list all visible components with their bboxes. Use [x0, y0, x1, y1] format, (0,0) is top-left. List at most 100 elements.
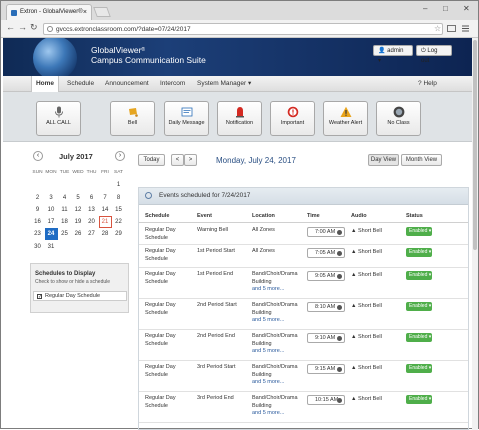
calendar-day[interactable]: 24 — [44, 228, 58, 241]
menu-icon[interactable] — [461, 24, 470, 33]
menu-help[interactable]: ? Help — [418, 76, 437, 92]
schedule-checkbox[interactable]: ✓ — [37, 294, 42, 300]
collapse-icon[interactable] — [145, 192, 152, 199]
next-day-button[interactable]: > — [184, 154, 197, 166]
bookmark-star-icon[interactable]: ☆ — [434, 24, 441, 33]
event-time-input[interactable]: 8:10 AM — [307, 302, 345, 312]
calendar-day[interactable]: 16 — [31, 216, 44, 228]
event-status-dropdown[interactable]: Enabled ▾ — [406, 271, 432, 280]
prev-day-button[interactable]: < — [171, 154, 184, 166]
cast-icon[interactable] — [447, 24, 456, 33]
menu-intercom[interactable]: Intercom — [160, 76, 185, 92]
menu-home[interactable]: Home — [31, 76, 59, 92]
event-row[interactable]: Regular Day Schedule 2nd Period End Band/C… — [139, 330, 468, 361]
page-scrollbar[interactable] — [472, 38, 478, 430]
daily-message-button[interactable]: Daily Message — [164, 101, 209, 136]
clock-icon[interactable] — [337, 367, 342, 372]
event-row[interactable]: Regular Day Schedule 3rd Period End Band/C… — [139, 392, 468, 423]
schedule-item[interactable]: ✓ Regular Day Schedule — [33, 291, 127, 301]
calendar-day[interactable]: 2 — [31, 192, 44, 204]
notification-button[interactable]: Notification — [217, 101, 262, 136]
calendar-day[interactable]: 29 — [112, 228, 125, 240]
event-row[interactable]: Regular Day Schedule 1st Period End Band/C… — [139, 268, 468, 299]
menu-announcement[interactable]: Announcement — [105, 76, 149, 92]
clock-icon[interactable] — [337, 230, 342, 235]
event-status-dropdown[interactable]: Enabled ▾ — [406, 395, 432, 404]
calendar-day[interactable]: 14 — [99, 204, 112, 216]
calendar-day[interactable]: 1 — [112, 179, 125, 191]
calendar-day[interactable]: 19 — [72, 216, 85, 228]
calendar-prev-button[interactable]: ‹ — [33, 151, 43, 161]
month-view-button[interactable]: Month View — [401, 154, 442, 166]
calendar-day[interactable]: 5 — [72, 192, 85, 204]
calendar-day[interactable]: 26 — [72, 228, 85, 240]
event-time-input[interactable]: 10:15 AM — [307, 395, 345, 405]
menu-schedule[interactable]: Schedule — [67, 76, 94, 92]
user-menu-button[interactable]: 👤 admin ▾ — [373, 45, 413, 64]
close-tab-icon[interactable]: × — [83, 5, 87, 20]
reload-icon[interactable]: ↻ — [30, 22, 38, 33]
event-more-link[interactable]: and 5 more... — [252, 286, 284, 294]
info-icon[interactable] — [47, 26, 53, 32]
back-icon[interactable]: ← — [6, 22, 15, 32]
clock-icon[interactable] — [337, 398, 342, 403]
calendar-day[interactable]: 30 — [31, 241, 44, 253]
event-status-dropdown[interactable]: Enabled ▾ — [406, 302, 432, 311]
weather-alert-button[interactable]: Weather Alert — [323, 101, 368, 136]
clock-icon[interactable] — [337, 274, 342, 279]
event-time-input[interactable]: 9:10 AM — [307, 333, 345, 343]
day-view-button[interactable]: Day View — [368, 154, 399, 166]
event-row[interactable]: Regular Day Schedule 1st Period Start All … — [139, 245, 468, 268]
calendar-day[interactable]: 10 — [45, 204, 58, 216]
calendar-day[interactable]: 11 — [58, 204, 71, 216]
calendar-day[interactable]: 15 — [112, 204, 125, 216]
event-status-dropdown[interactable]: Enabled ▾ — [406, 364, 432, 373]
scrollbar-thumb[interactable] — [473, 40, 477, 250]
event-time-input[interactable]: 7:00 AM — [307, 227, 345, 237]
clock-icon[interactable] — [337, 251, 342, 256]
calendar-day[interactable]: 4 — [58, 192, 71, 204]
calendar-day[interactable]: 27 — [85, 228, 98, 240]
event-time-input[interactable]: 9:15 AM — [307, 364, 345, 374]
calendar-day[interactable]: 3 — [45, 192, 58, 204]
calendar-day[interactable]: 31 — [45, 241, 58, 253]
clock-icon[interactable] — [337, 305, 342, 310]
event-row[interactable]: Regular Day Schedule Warning Bell All Zone… — [139, 224, 468, 245]
logout-button[interactable]: ⏻ Log out — [416, 45, 452, 64]
calendar-day[interactable]: 13 — [85, 204, 98, 216]
event-status-dropdown[interactable]: Enabled ▾ — [406, 227, 432, 236]
calendar-day[interactable]: 7 — [99, 192, 112, 204]
event-more-link[interactable]: and 5 more... — [252, 317, 284, 325]
event-time-input[interactable]: 9:05 AM — [307, 271, 345, 281]
event-more-link[interactable]: and 5 more... — [252, 379, 284, 387]
calendar-day[interactable]: 6 — [85, 192, 98, 204]
event-time-input[interactable]: 7:05 AM — [307, 248, 345, 258]
event-more-link[interactable]: and 5 more... — [252, 348, 284, 356]
bell-button[interactable]: Bell — [110, 101, 155, 136]
forward-icon[interactable]: → — [18, 22, 27, 32]
calendar-day[interactable]: 17 — [45, 216, 58, 228]
calendar-next-button[interactable]: › — [115, 151, 125, 161]
address-bar[interactable]: gvccs.extronclassroom.com/?date=07/24/20… — [43, 23, 443, 35]
calendar-day[interactable]: 25 — [58, 228, 71, 240]
calendar-day[interactable]: 23 — [31, 228, 44, 240]
no-class-button[interactable]: No Class — [376, 101, 421, 136]
menu-system-manager[interactable]: System Manager ▾ — [197, 76, 251, 92]
calendar-day[interactable]: 28 — [99, 228, 112, 240]
maximize-icon[interactable]: □ — [443, 4, 448, 13]
important-button[interactable]: Important — [270, 101, 315, 136]
calendar-day[interactable]: 20 — [85, 216, 98, 228]
event-row[interactable]: Regular Day Schedule 3rd Period Start Band… — [139, 361, 468, 392]
clock-icon[interactable] — [337, 336, 342, 341]
event-status-dropdown[interactable]: Enabled ▾ — [406, 333, 432, 342]
calendar-day[interactable]: 18 — [58, 216, 71, 228]
close-window-icon[interactable]: ✕ — [463, 4, 470, 13]
event-status-dropdown[interactable]: Enabled ▾ — [406, 248, 432, 257]
event-more-link[interactable]: and 5 more... — [252, 410, 284, 418]
browser-tab[interactable]: Extron - GlobalViewer® × — [6, 4, 92, 20]
event-row[interactable]: Regular Day Schedule 2nd Period Start Band… — [139, 299, 468, 330]
calendar-day[interactable]: 22 — [112, 216, 125, 228]
new-tab-button[interactable] — [93, 7, 111, 17]
calendar-day[interactable]: 8 — [112, 192, 125, 204]
minimize-icon[interactable]: – — [423, 4, 427, 13]
